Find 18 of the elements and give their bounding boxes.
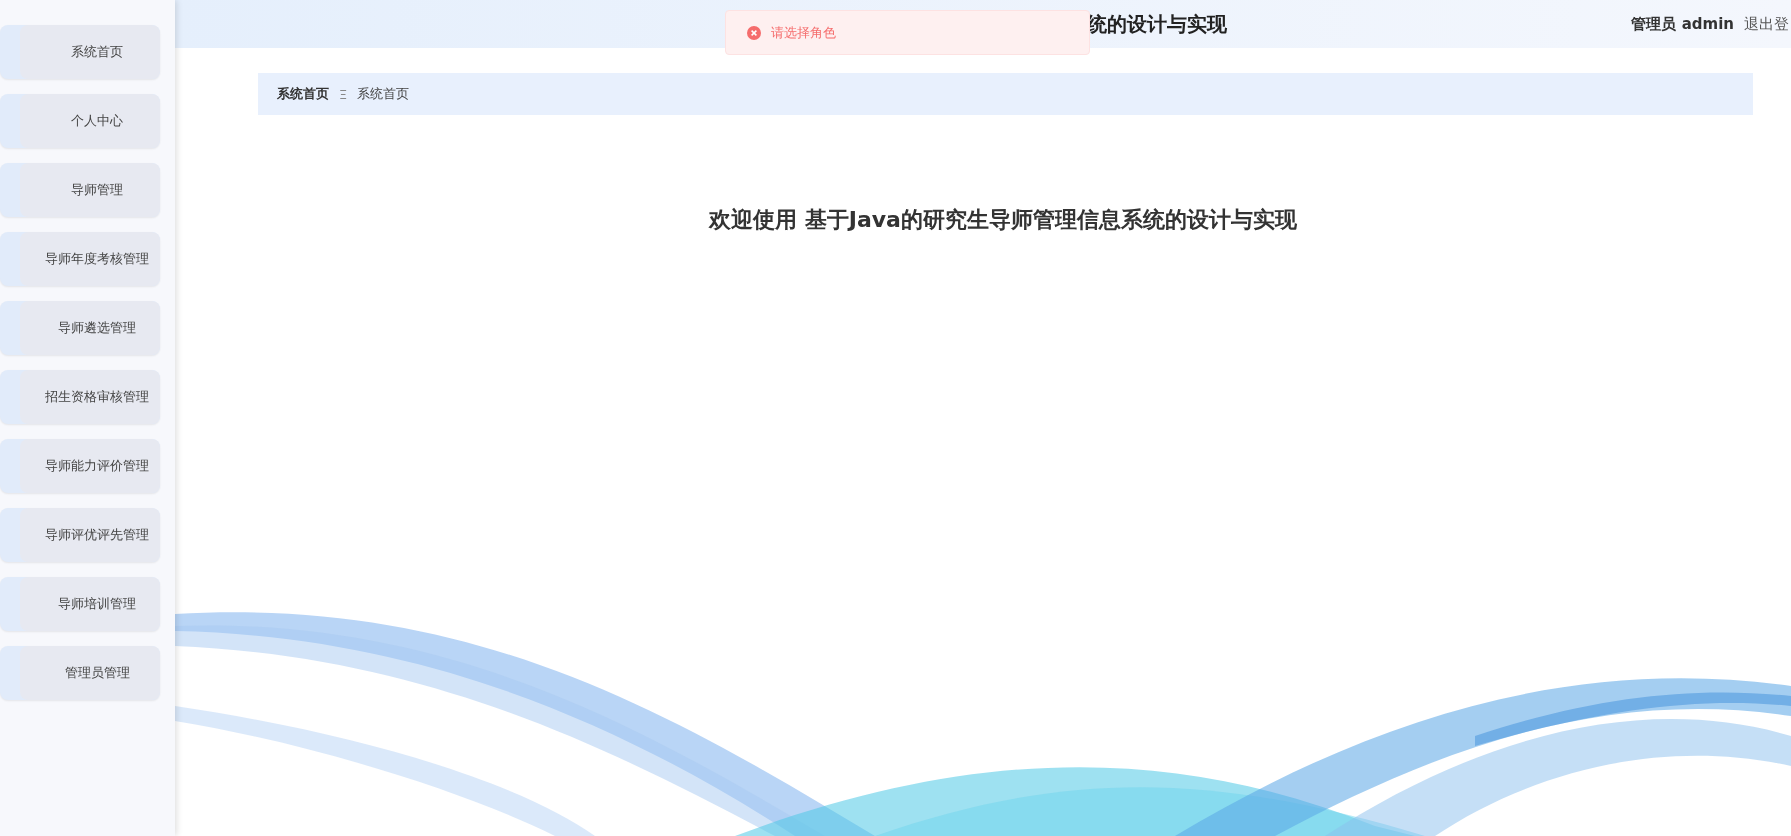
welcome-heading: 欢迎使用 基于Java的研究生导师管理信息系统的设计与实现: [707, 206, 1298, 234]
breadcrumb-separator: Ξ: [339, 86, 348, 102]
error-icon: [747, 25, 761, 40]
sidebar-item[interactable]: 导师遴选管理: [0, 301, 160, 355]
sidebar-item[interactable]: 导师评优评先管理: [0, 508, 160, 562]
sidebar-item[interactable]: 个人中心: [0, 94, 160, 148]
sidebar-item[interactable]: 导师年度考核管理: [0, 232, 160, 286]
sidebar-item[interactable]: 导师培训管理: [0, 577, 160, 631]
toast-text: 请选择角色: [771, 23, 836, 42]
sidebar-item[interactable]: 系统首页: [0, 25, 160, 79]
sidebar-item[interactable]: 导师管理: [0, 163, 160, 217]
sidebar-item[interactable]: 导师能力评价管理: [0, 439, 160, 493]
breadcrumb-link[interactable]: 系统首页: [277, 85, 329, 103]
user-label: 管理员 admin: [1631, 14, 1734, 34]
sidebar-item[interactable]: 管理员管理: [0, 646, 160, 700]
logout-link[interactable]: 退出登: [1744, 14, 1791, 34]
breadcrumb-link[interactable]: 系统首页: [357, 85, 410, 103]
sidebar-item[interactable]: 招生资格审核管理: [0, 370, 160, 424]
